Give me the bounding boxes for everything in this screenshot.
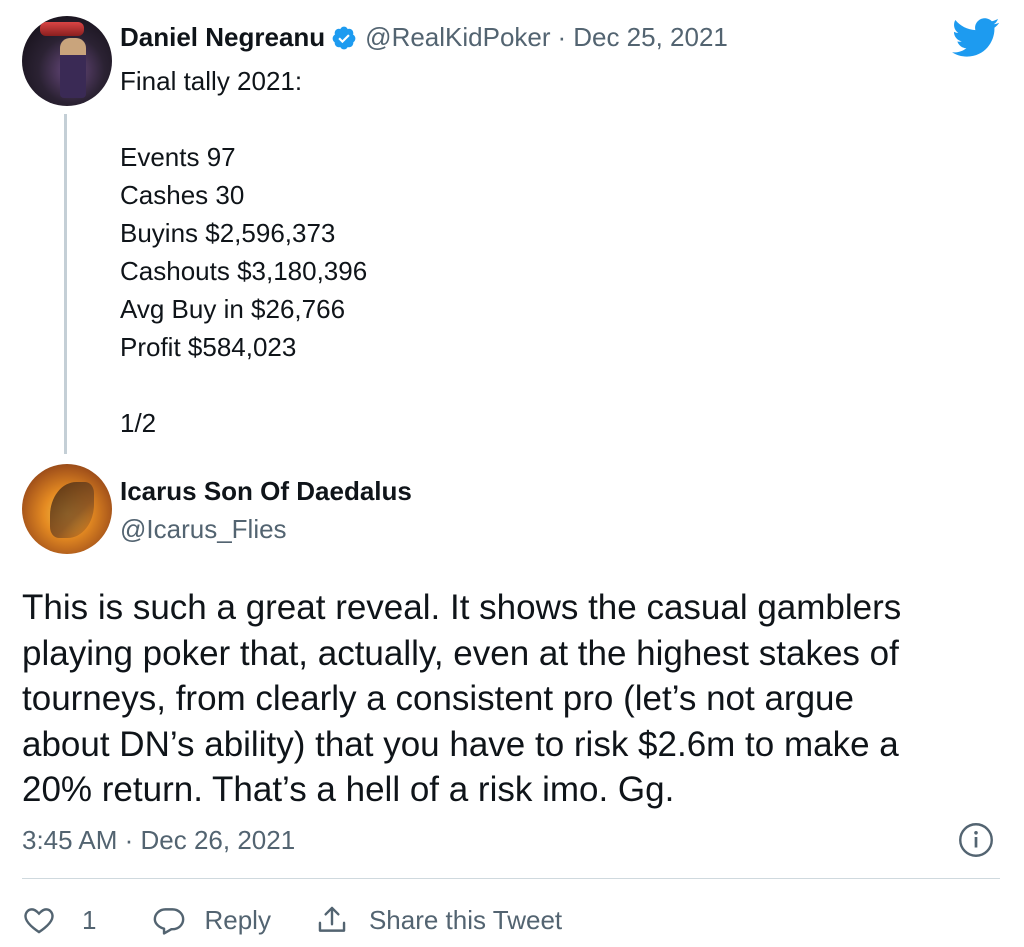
reply-tweet-body: This is such a great reveal. It shows th… — [22, 585, 1007, 813]
reply-label: Reply — [204, 904, 271, 935]
parent-tweet-text-line: Cashes 30 — [120, 180, 245, 210]
share-icon — [318, 906, 346, 932]
avatar-person-silhouette — [60, 38, 86, 98]
reply-author-avatar[interactable] — [22, 464, 112, 554]
parent-tweet-text-line: Buyins $2,596,373 — [120, 218, 336, 248]
share-button[interactable]: Share this Tweet — [315, 903, 562, 937]
parent-tweet-date[interactable]: Dec 25, 2021 — [573, 22, 728, 53]
meta-separator: · — [557, 22, 567, 52]
twitter-bird-icon[interactable] — [952, 18, 1000, 58]
reply-text-line: playing poker that, actually, even at th… — [22, 633, 899, 673]
reply-timestamp[interactable]: 3:45 AM · Dec 26, 2021 — [22, 825, 295, 856]
reply-button[interactable]: Reply — [152, 903, 271, 937]
like-button[interactable]: 1 — [22, 903, 96, 937]
parent-tweet-text-line: Profit $584,023 — [120, 332, 297, 362]
tweet-action-bar: 1 Reply Share this Tweet — [22, 898, 562, 942]
parent-author-name[interactable]: Daniel Negreanu — [120, 22, 325, 53]
reply-text-line: about DN’s ability) that you have to ris… — [22, 724, 899, 764]
like-count: 1 — [82, 904, 97, 935]
parent-tweet-text-line: Cashouts $3,180,396 — [120, 256, 368, 286]
action-divider — [22, 878, 1000, 879]
reply-author-handle[interactable]: @Icarus_Flies — [120, 514, 287, 545]
info-icon[interactable] — [958, 822, 994, 858]
avatar-sign-decoration — [40, 22, 84, 36]
parent-tweet-thread-counter: 1/2 — [120, 408, 157, 438]
parent-author-avatar[interactable] — [22, 16, 112, 106]
share-label: Share this Tweet — [368, 904, 563, 935]
parent-tweet-text-line: Final tally 2021: — [120, 66, 303, 96]
reply-bubble-icon — [154, 908, 185, 935]
parent-author-handle[interactable]: @RealKidPoker — [365, 22, 550, 53]
parent-tweet-text-line: Events 97 — [120, 142, 236, 172]
reply-text-line: 20% return. That’s a hell of a risk imo.… — [22, 770, 675, 809]
reply-author-name[interactable]: Icarus Son Of Daedalus — [120, 476, 412, 507]
verified-badge-icon — [332, 26, 356, 49]
reply-text-line: This is such a great reveal. It shows th… — [22, 588, 902, 627]
thread-connector-line — [64, 114, 67, 454]
parent-tweet-text-line: Avg Buy in $26,766 — [120, 294, 346, 324]
parent-author-line: Daniel Negreanu @RealKidPoker · Dec 25, … — [120, 22, 728, 53]
reply-text-line: tourneys, from clearly a consistent pro … — [22, 679, 854, 718]
heart-icon — [24, 908, 54, 934]
avatar-wing-decoration — [50, 482, 94, 538]
